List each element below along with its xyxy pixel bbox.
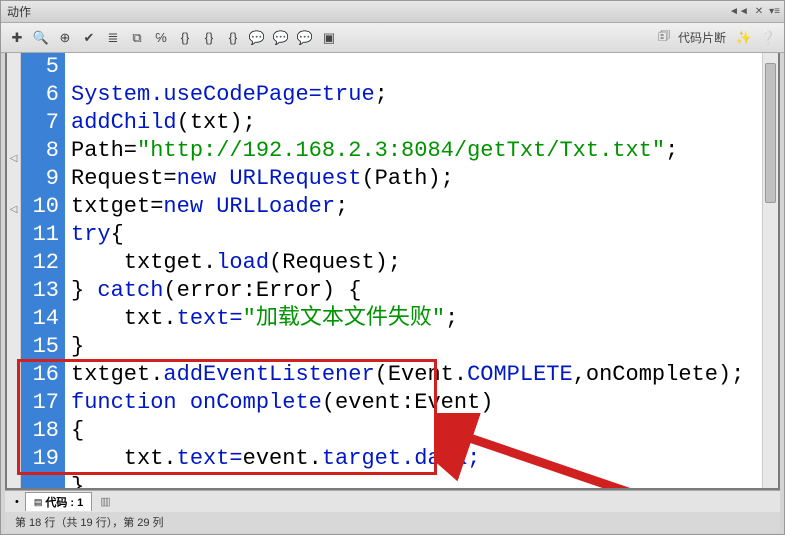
close-icon[interactable]: ✕ [755, 6, 763, 17]
collapse-handle[interactable]: ◁ [10, 153, 18, 164]
window-controls: ◄◄ ✕ ▾≡ [729, 6, 780, 17]
search-icon[interactable]: 🔍 [31, 28, 51, 48]
collapse-handle[interactable]: ◁ [10, 204, 18, 215]
doc-icon: ▤ [34, 497, 43, 508]
brace2-icon[interactable]: {} [199, 28, 219, 48]
brace1-icon[interactable]: {} [175, 28, 195, 48]
scrollbar-thumb[interactable] [765, 63, 776, 203]
line-gutter: 5678910111213141516171819 [21, 53, 65, 488]
tab-dot-icon: • [15, 496, 19, 508]
toolbar: ✚ 🔍 ⊕ ✔ ≣ ⧉ ℅ {} {} {} 💬 💬 💬 ▣ 🗊 代码片断 ✨ … [1, 23, 784, 53]
tab-code-num: 1 [77, 497, 83, 509]
menu-icon[interactable]: ▾≡ [769, 6, 780, 17]
bottom-tabs: • ▤ 代码 : 1 ▥ [5, 490, 780, 512]
check-icon[interactable]: ✔ [79, 28, 99, 48]
cursor-position: 第 18 行（共 19 行），第 29 列 [15, 514, 164, 530]
minimize-icon[interactable]: ◄◄ [729, 6, 749, 17]
panel-title: 动作 [7, 3, 31, 20]
target-icon[interactable]: ⊕ [55, 28, 75, 48]
bubble3-icon[interactable]: 💬 [295, 28, 315, 48]
add-icon[interactable]: ✚ [7, 28, 27, 48]
left-strip: ◁ ◁ [7, 53, 21, 488]
format-icon[interactable]: ≣ [103, 28, 123, 48]
bubble2-icon[interactable]: 💬 [271, 28, 291, 48]
statusbar: 第 18 行（共 19 行），第 29 列 [5, 512, 780, 532]
tab-secondary[interactable]: ▥ [94, 494, 116, 509]
link-icon[interactable]: ℅ [151, 28, 171, 48]
brace3-icon[interactable]: {} [223, 28, 243, 48]
vertical-scrollbar[interactable] [762, 53, 778, 488]
help-icon[interactable]: ❔ [758, 28, 778, 48]
bubble1-icon[interactable]: 💬 [247, 28, 267, 48]
wand-icon[interactable]: ✨ [734, 28, 754, 48]
editor-area: ◁ ◁ 5678910111213141516171819 System.use… [5, 53, 780, 490]
comment-icon[interactable]: ⧉ [127, 28, 147, 48]
code-editor[interactable]: System.useCodePage=true; addChild(txt); … [65, 53, 762, 488]
snippet-icon[interactable]: 🗊 [654, 28, 674, 48]
tab-code[interactable]: ▤ 代码 : 1 [25, 492, 92, 511]
export-icon[interactable]: ▣ [319, 28, 339, 48]
titlebar: 动作 ◄◄ ✕ ▾≡ [1, 1, 784, 23]
tab-code-label: 代码 [45, 497, 67, 509]
snippet-label: 代码片断 [678, 29, 726, 46]
